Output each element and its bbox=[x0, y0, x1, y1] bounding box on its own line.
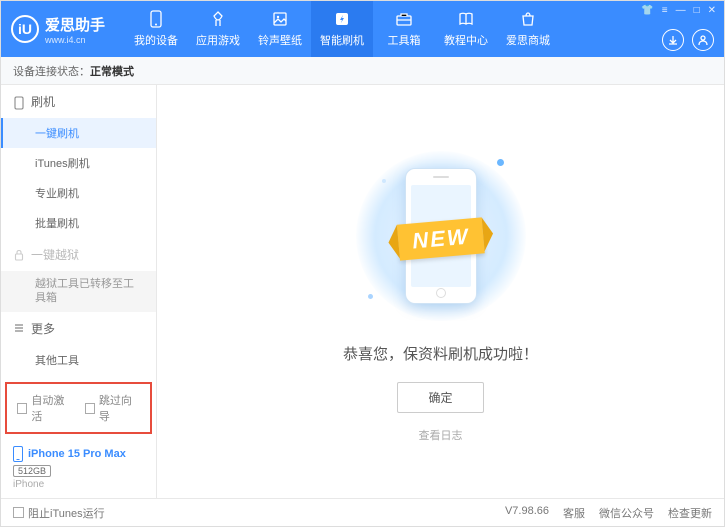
section-label: 更多 bbox=[31, 320, 55, 337]
version-label: V7.98.66 bbox=[505, 505, 549, 521]
ok-button[interactable]: 确定 bbox=[397, 382, 483, 413]
wechat-link[interactable]: 微信公众号 bbox=[599, 505, 654, 521]
success-illustration: NEW bbox=[356, 141, 526, 331]
auto-activate-checkbox[interactable]: 自动激活 bbox=[17, 392, 73, 424]
skip-guide-checkbox[interactable]: 跳过向导 bbox=[85, 392, 141, 424]
wallpaper-icon bbox=[271, 10, 289, 28]
device-name: iPhone 15 Pro Max bbox=[28, 448, 126, 460]
download-button[interactable] bbox=[662, 29, 684, 51]
sidebar-section-more[interactable]: 更多 bbox=[1, 312, 156, 345]
minimize-button[interactable]: — bbox=[676, 5, 686, 16]
main-panel: NEW 恭喜您，保资料刷机成功啦！ 确定 查看日志 bbox=[157, 85, 724, 498]
app-logo: iU 爱思助手 www.i4.cn bbox=[11, 14, 105, 45]
sidebar-jailbreak-note: 越狱工具已转移至工具箱 bbox=[1, 271, 156, 312]
nav-mall[interactable]: 爱思商城 bbox=[497, 1, 559, 57]
sidebar-item-other[interactable]: 其他工具 bbox=[1, 345, 156, 375]
top-nav: 我的设备 应用游戏 铃声壁纸 智能刷机 工具箱 教程中心 bbox=[125, 1, 559, 57]
customer-service-link[interactable]: 客服 bbox=[563, 505, 585, 521]
book-icon bbox=[457, 10, 475, 28]
nav-my-device[interactable]: 我的设备 bbox=[125, 1, 187, 57]
sidebar-item-oneclick[interactable]: 一键刷机 bbox=[1, 118, 156, 148]
lock-icon bbox=[13, 249, 25, 261]
sidebar-item-itunes[interactable]: iTunes刷机 bbox=[1, 148, 156, 178]
section-label: 刷机 bbox=[31, 93, 55, 110]
device-info[interactable]: iPhone 15 Pro Max 512GB iPhone bbox=[1, 438, 156, 498]
nav-label: 智能刷机 bbox=[320, 32, 364, 48]
phone-icon bbox=[13, 96, 25, 108]
checkbox-icon bbox=[85, 403, 95, 414]
phone-icon bbox=[147, 10, 165, 28]
nav-toolbox[interactable]: 工具箱 bbox=[373, 1, 435, 57]
checkbox-icon bbox=[17, 403, 27, 414]
app-url: www.i4.cn bbox=[45, 35, 105, 45]
close-button[interactable]: ✕ bbox=[708, 5, 716, 16]
nav-apps-games[interactable]: 应用游戏 bbox=[187, 1, 249, 57]
nav-label: 工具箱 bbox=[388, 32, 421, 48]
menu-button[interactable]: ≡ bbox=[662, 5, 668, 16]
footer: 阻止iTunes运行 V7.98.66 客服 微信公众号 检查更新 bbox=[1, 498, 724, 526]
status-value: 正常模式 bbox=[90, 63, 134, 79]
connection-status-bar: 设备连接状态： 正常模式 bbox=[1, 57, 724, 85]
titlebar: iU 爱思助手 www.i4.cn 我的设备 应用游戏 铃声壁纸 智能刷机 bbox=[1, 1, 724, 57]
sidebar-section-flash[interactable]: 刷机 bbox=[1, 85, 156, 118]
status-label: 设备连接状态： bbox=[13, 63, 90, 79]
sidebar-options: 自动激活 跳过向导 bbox=[5, 382, 152, 434]
check-update-link[interactable]: 检查更新 bbox=[668, 505, 712, 521]
sidebar-item-pro[interactable]: 专业刷机 bbox=[1, 178, 156, 208]
list-icon bbox=[13, 322, 25, 334]
sidebar-section-jailbreak: 一键越狱 bbox=[1, 238, 156, 271]
view-log-link[interactable]: 查看日志 bbox=[419, 427, 463, 443]
nav-ring-wall[interactable]: 铃声壁纸 bbox=[249, 1, 311, 57]
nav-label: 爱思商城 bbox=[506, 32, 550, 48]
checkbox-icon bbox=[13, 507, 24, 518]
logo-icon: iU bbox=[11, 15, 39, 43]
maximize-button[interactable]: □ bbox=[694, 5, 700, 16]
phone-icon bbox=[13, 446, 23, 462]
sidebar-item-batch[interactable]: 批量刷机 bbox=[1, 208, 156, 238]
skin-button[interactable]: 👕 bbox=[641, 5, 653, 16]
checkbox-label: 阻止iTunes运行 bbox=[28, 505, 105, 521]
nav-tutorial[interactable]: 教程中心 bbox=[435, 1, 497, 57]
nav-flash[interactable]: 智能刷机 bbox=[311, 1, 373, 57]
nav-label: 教程中心 bbox=[444, 32, 488, 48]
checkbox-label: 自动激活 bbox=[31, 392, 72, 424]
device-type: iPhone bbox=[13, 479, 144, 490]
sidebar: 刷机 一键刷机 iTunes刷机 专业刷机 批量刷机 一键越狱 越狱工具已转移至… bbox=[1, 85, 157, 498]
nav-label: 我的设备 bbox=[134, 32, 178, 48]
nav-label: 铃声壁纸 bbox=[258, 32, 302, 48]
section-label: 一键越狱 bbox=[31, 246, 79, 263]
block-itunes-checkbox[interactable]: 阻止iTunes运行 bbox=[13, 505, 105, 521]
flash-icon bbox=[333, 10, 351, 28]
toolbox-icon bbox=[395, 10, 413, 28]
nav-label: 应用游戏 bbox=[196, 32, 240, 48]
window-controls: 👕 ≡ — □ ✕ bbox=[641, 5, 716, 16]
device-storage: 512GB bbox=[13, 465, 51, 477]
checkbox-label: 跳过向导 bbox=[99, 392, 140, 424]
apps-icon bbox=[209, 10, 227, 28]
user-button[interactable] bbox=[692, 29, 714, 51]
bag-icon bbox=[519, 10, 537, 28]
sidebar-item-download[interactable]: 下载固件 bbox=[1, 375, 156, 378]
success-message: 恭喜您，保资料刷机成功啦！ bbox=[343, 343, 538, 364]
app-name: 爱思助手 bbox=[45, 14, 105, 35]
